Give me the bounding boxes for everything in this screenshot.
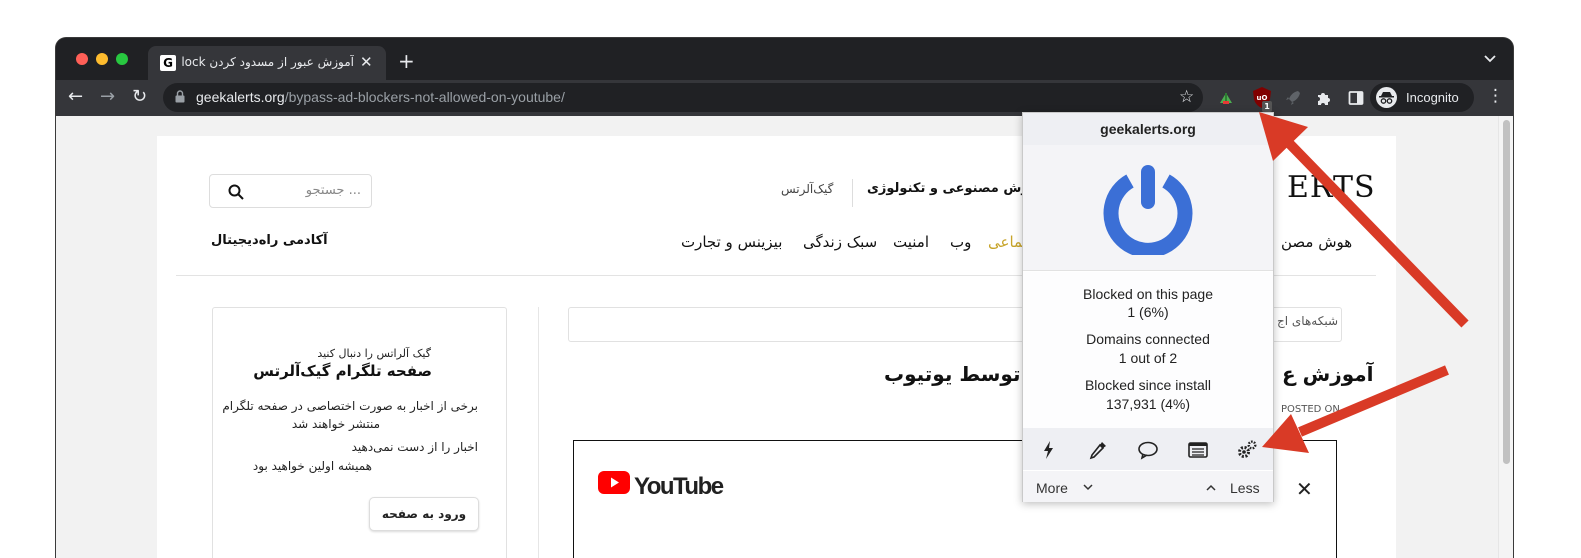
popup-stats: Blocked on this page 1 (6%) Domains conn… [1023, 272, 1273, 428]
popup-toolbar [1023, 428, 1273, 470]
url-path: /bypass-ad-blockers-not-allowed-on-youtu… [284, 89, 565, 105]
blocked-page-label: Blocked on this page [1083, 286, 1213, 302]
minimize-window-button[interactable] [96, 53, 108, 65]
card-text-2: منتشر خواهند شد [291, 417, 380, 431]
more-button[interactable]: More [1036, 480, 1068, 496]
eyedropper-icon[interactable] [1087, 439, 1109, 461]
card-text-4: همیشه اولین خواهید بود [252, 459, 372, 473]
more-chevron-down-icon[interactable] [1083, 484, 1093, 491]
card-text-3: اخبار را از دست نمی‌دهید [351, 440, 478, 454]
nav-web[interactable]: وب [950, 233, 971, 251]
youtube-wordmark: YouTube [634, 473, 724, 500]
logger-icon[interactable] [1187, 439, 1209, 461]
nav-security[interactable]: امنیت [893, 233, 929, 251]
feedly-icon[interactable] [1217, 89, 1235, 107]
blocked-page-value: 1 (6%) [1127, 304, 1169, 320]
new-tab-button[interactable]: + [398, 49, 415, 73]
tab-title: آموزش عبور از مسدود کردن adblock [182, 55, 354, 69]
site-logo[interactable]: ERTS [1287, 170, 1376, 205]
browser-menu-icon[interactable]: ⋮ [1487, 86, 1504, 106]
popup-more-less-bar: More Less [1023, 471, 1273, 502]
card-title: صفحه تلگرام گیک‌آلرتس [253, 362, 432, 380]
page-viewport: جستجو ... گیک‌آلرتس ت هوش مصنوعی و تکنول… [56, 116, 1513, 558]
site-search-input[interactable]: جستجو ... [209, 174, 372, 208]
reload-button[interactable]: ↻ [132, 86, 147, 107]
tab-close-icon[interactable]: ✕ [360, 53, 373, 71]
ublock-badge: 1 [1262, 101, 1272, 112]
posted-on-label: POSTED ON [1281, 404, 1340, 415]
telegram-join-button[interactable]: ورود به صفحه [369, 497, 479, 531]
nav-ai[interactable]: هوش مصن [1281, 233, 1352, 251]
side-panel-icon[interactable] [1347, 89, 1365, 107]
power-area [1023, 145, 1273, 271]
nav-lifestyle[interactable]: سبک زندگی [803, 233, 877, 251]
url-text: geekalerts.org/bypass-ad-blockers-not-al… [196, 89, 565, 105]
browser-toolbar: ← → ↻ geekalerts.org/bypass-ad-blockers-… [56, 80, 1513, 116]
settings-gears-icon[interactable] [1236, 439, 1258, 461]
youtube-logo: YouTube [598, 471, 724, 500]
academy-link[interactable]: آکادمی راه‌دیجیتال [211, 233, 328, 248]
maximize-window-button[interactable] [116, 53, 128, 65]
search-placeholder: جستجو ... [305, 183, 361, 198]
profile-label: Incognito [1406, 90, 1459, 105]
address-bar[interactable]: geekalerts.org/bypass-ad-blockers-not-al… [163, 83, 1203, 112]
article-title-part-right: آموزش ع [1282, 362, 1374, 386]
rocket-icon[interactable] [1284, 89, 1302, 107]
comment-icon[interactable] [1137, 439, 1159, 461]
domains-value: 1 out of 2 [1118, 350, 1178, 366]
telegram-card: گیک آلراتس را دنبال کنید صفحه تلگرام گیک… [212, 307, 507, 558]
video-close-icon[interactable]: ✕ [1296, 477, 1313, 501]
domains-label: Domains connected [1086, 331, 1210, 347]
column-divider [538, 307, 539, 558]
site-name-small: گیک‌آلرتس [781, 182, 834, 196]
search-icon[interactable] [228, 184, 244, 200]
puzzle-icon[interactable] [1315, 89, 1333, 107]
incognito-icon [1376, 87, 1397, 108]
header-divider [852, 179, 853, 207]
breadcrumb-text[interactable]: شبکه‌های اج [1277, 314, 1338, 328]
scrollbar-thumb[interactable] [1503, 120, 1510, 464]
less-button[interactable]: Less [1230, 480, 1260, 496]
zap-icon[interactable] [1038, 439, 1060, 461]
blocked-since-label: Blocked since install [1084, 377, 1212, 393]
tab-strip: G آموزش عبور از مسدود کردن adblock ✕ + [56, 38, 1513, 80]
profile-button[interactable]: Incognito [1370, 83, 1474, 112]
bookmark-star-icon[interactable]: ☆ [1179, 87, 1194, 107]
site-favicon-icon: G [160, 55, 176, 71]
url-host: geekalerts.org [196, 89, 285, 105]
blocked-since-value: 137,931 (4%) [1105, 396, 1191, 412]
youtube-play-icon [598, 471, 630, 494]
close-window-button[interactable] [76, 53, 88, 65]
lock-icon [175, 90, 185, 103]
browser-window: G آموزش عبور از مسدود کردن adblock ✕ + ←… [56, 38, 1513, 558]
card-subtitle: گیک آلراتس را دنبال کنید [317, 347, 431, 360]
page-scrollbar[interactable] [1498, 116, 1513, 558]
popup-hostname: geekalerts.org [1023, 113, 1273, 145]
back-button[interactable]: ← [68, 86, 83, 107]
less-chevron-up-icon[interactable] [1206, 484, 1216, 491]
power-switch-icon[interactable] [1103, 163, 1193, 255]
ublock-popup: geekalerts.org Blocked on this page 1 (6… [1022, 112, 1274, 502]
card-text-1: برخی از اخبار به صورت اختصاصی در صفحه تل… [222, 399, 478, 413]
forward-button[interactable]: → [100, 86, 115, 107]
tab-active[interactable]: G آموزش عبور از مسدود کردن adblock ✕ [148, 46, 386, 80]
nav-business[interactable]: بیزینس و تجارت [681, 233, 782, 251]
tab-search-chevron-icon[interactable] [1484, 52, 1496, 66]
